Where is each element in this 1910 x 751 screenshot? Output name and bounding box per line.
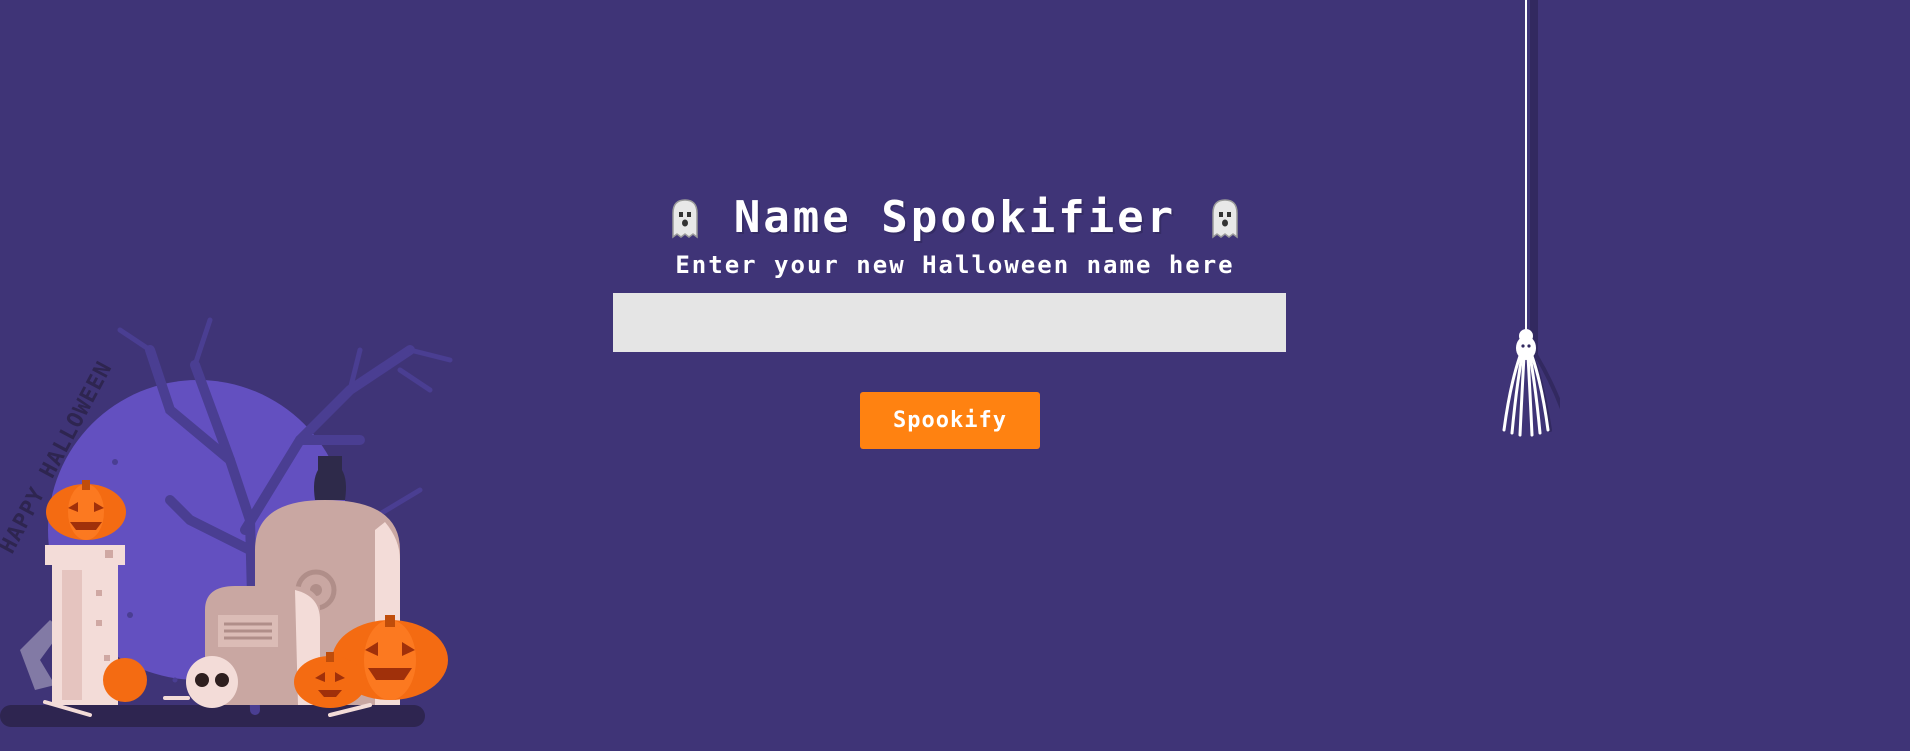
graveyard-illustration: HAPPY HALLOWEEN — [0, 317, 453, 727]
page-title: Name Spookifier — [733, 192, 1177, 243]
page-header: Name Spookifier — [0, 190, 1910, 246]
ghost-icon — [672, 199, 698, 239]
halloween-name-input[interactable] — [613, 293, 1286, 352]
ghost-icon — [1212, 199, 1238, 239]
spookify-button[interactable]: Spookify — [860, 392, 1040, 449]
form-subtitle: Enter your new Halloween name here — [675, 251, 1235, 279]
